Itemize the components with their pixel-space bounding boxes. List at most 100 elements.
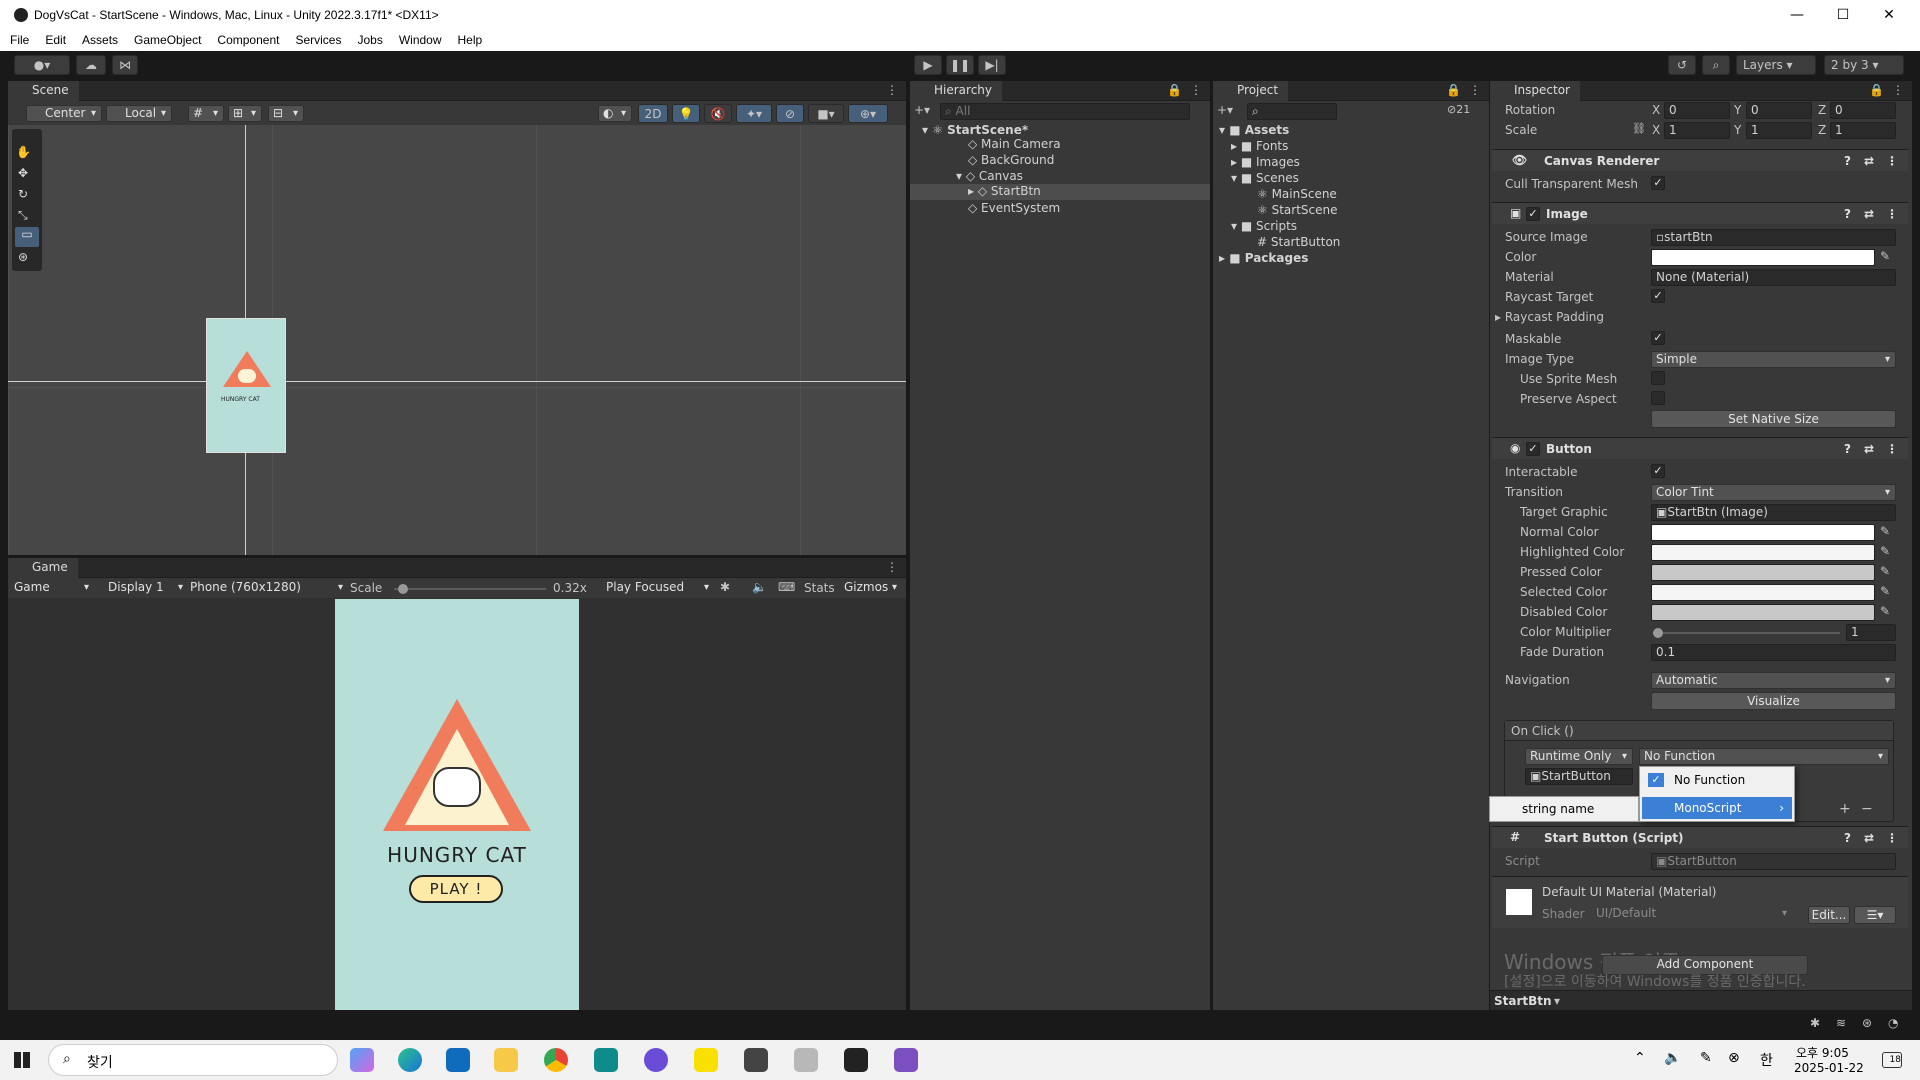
status-progress-icon[interactable]: ◔ — [1888, 1016, 1898, 1030]
status-cache-icon[interactable]: ⊛ — [1862, 1016, 1872, 1030]
hand-tool-icon[interactable]: ✋ — [16, 145, 31, 159]
scene-root[interactable]: ▾ ⚛ StartScene* — [922, 123, 1206, 137]
disabled-color-swatch[interactable] — [1651, 604, 1875, 621]
eyedropper-icon[interactable]: ✎ — [1880, 604, 1890, 618]
component-menu-icon[interactable]: ⋮ — [1886, 831, 1898, 845]
use-sprite-mesh-checkbox[interactable] — [1651, 371, 1665, 385]
maximize-button[interactable]: ☐ — [1820, 0, 1866, 31]
raycast-padding-label[interactable]: ▸ Raycast Padding — [1495, 310, 1604, 328]
menu-edit[interactable]: Edit — [35, 31, 72, 47]
menu-component[interactable]: Component — [207, 31, 285, 47]
hierarchy-item-main-camera[interactable]: ◇ Main Camera — [968, 137, 1061, 151]
snap-align-dropdown[interactable]: ⊟ — [268, 105, 304, 122]
button-header[interactable]: ◉ ✓ Button ? ⇄ ⋮ — [1492, 437, 1908, 459]
game-viewport[interactable]: HUNGRY CAT PLAY ! — [335, 599, 579, 1010]
component-menu-icon[interactable]: ⋮ — [1886, 207, 1898, 221]
windows-start-icon[interactable] — [14, 1052, 30, 1068]
preset-icon[interactable]: ⇄ — [1864, 154, 1874, 168]
color-multiplier-field[interactable]: 1 — [1846, 624, 1896, 641]
search-icon[interactable]: ⌕ — [1702, 55, 1730, 75]
audio-icon[interactable]: 🔇 — [704, 104, 732, 123]
submenu-item-string-name[interactable]: string name — [1522, 802, 1594, 816]
interactable-checkbox[interactable]: ✓ — [1651, 464, 1665, 478]
unity-hub-icon[interactable] — [744, 1048, 768, 1072]
project-item-packages[interactable]: ▸ ■ Packages — [1219, 251, 1308, 265]
hierarchy-item-background[interactable]: ◇ BackGround — [968, 153, 1054, 167]
shader-dropdown[interactable]: UI/Default — [1592, 906, 1792, 923]
rotation-x-field[interactable]: 0 — [1664, 102, 1730, 119]
close-button[interactable]: ✕ — [1866, 0, 1912, 31]
gizmos-dropdown[interactable]: ⊕▾ — [848, 104, 888, 123]
footer-dropdown-icon[interactable]: ▾ — [1554, 994, 1560, 1008]
collab-icon[interactable]: ⋈ — [112, 55, 138, 75]
rotate-tool-icon[interactable]: ↻ — [18, 187, 28, 201]
function-dropdown[interactable]: No Function — [1639, 748, 1889, 765]
rotation-y-field[interactable]: 0 — [1746, 102, 1812, 119]
image-header[interactable]: ▣ ✓ Image ? ⇄ ⋮ — [1492, 202, 1908, 224]
mute-audio-icon[interactable]: 🔈 — [752, 580, 767, 594]
target-graphic-field[interactable]: ▣StartBtn (Image) — [1651, 504, 1896, 521]
scale-z-field[interactable]: 1 — [1830, 122, 1896, 139]
footer-object-label[interactable]: StartBtn — [1494, 994, 1552, 1008]
outlook-icon[interactable] — [446, 1048, 470, 1072]
project-menu-icon[interactable]: ⋮ — [1469, 83, 1481, 97]
app-icon-teal[interactable] — [594, 1048, 618, 1072]
layers-dropdown[interactable]: Layers ▾ — [1736, 55, 1816, 75]
display-dropdown[interactable]: Display 1 — [104, 580, 188, 597]
hierarchy-item-eventsystem[interactable]: ◇ EventSystem — [968, 201, 1060, 215]
constrain-scale-icon[interactable]: ⛓ — [1632, 122, 1646, 135]
game-menu-icon[interactable]: ⋮ — [886, 560, 898, 574]
shader-options-dropdown[interactable]: ☰▾ — [1854, 906, 1896, 924]
remove-listener-button[interactable]: − — [1861, 801, 1873, 817]
canvas-renderer-header[interactable]: 👁 Canvas Renderer ? ⇄ ⋮ — [1492, 149, 1908, 171]
visualize-button[interactable]: Visualize — [1651, 692, 1896, 710]
history-icon[interactable]: ↺ — [1668, 55, 1696, 75]
pivot-dropdown[interactable]: Center — [26, 105, 102, 122]
kakaotalk-icon[interactable] — [694, 1048, 718, 1072]
stats-button[interactable]: Stats — [804, 581, 835, 599]
start-button-script-header[interactable]: # Start Button (Script) ? ⇄ ⋮ — [1492, 826, 1908, 848]
cloud-icon[interactable]: ☁ — [76, 55, 106, 75]
ime-indicator[interactable]: 한 — [1760, 1050, 1773, 1070]
material-field[interactable]: None (Material) — [1651, 269, 1896, 286]
transform-tool-icon[interactable]: ⊛ — [18, 250, 28, 264]
2d-toggle[interactable]: 2D — [638, 104, 668, 123]
menu-assets[interactable]: Assets — [72, 31, 124, 47]
tab-project[interactable]: Project — [1213, 81, 1289, 101]
maskable-checkbox[interactable]: ✓ — [1651, 331, 1665, 345]
notification-icon[interactable]: 18 — [1882, 1052, 1902, 1068]
pressed-color-swatch[interactable] — [1651, 564, 1875, 581]
hierarchy-item-startbtn[interactable]: ▸ ◇ StartBtn — [910, 184, 1210, 200]
help-icon[interactable]: ? — [1844, 442, 1851, 456]
runtime-dropdown[interactable]: Runtime Only — [1525, 748, 1633, 765]
add-listener-button[interactable]: + — [1839, 801, 1851, 817]
project-lock-icon[interactable]: 🔒 — [1446, 83, 1461, 97]
rotation-z-field[interactable]: 0 — [1830, 102, 1896, 119]
popup-item-no-function[interactable]: ✓ No Function — [1642, 769, 1792, 791]
navigation-dropdown[interactable]: Automatic — [1651, 672, 1896, 689]
effects-icon[interactable]: ✦▾ — [736, 104, 772, 123]
menu-window[interactable]: Window — [389, 31, 448, 47]
hidden-objects-icon[interactable]: ⊘ — [776, 104, 804, 123]
project-item-startscene[interactable]: ⚛ StartScene — [1257, 203, 1337, 217]
hidden-packages-icon[interactable]: ⊘21 — [1447, 103, 1470, 116]
menu-help[interactable]: Help — [448, 31, 489, 47]
edge-icon[interactable] — [398, 1048, 422, 1072]
eyedropper-icon[interactable]: ✎ — [1880, 544, 1890, 558]
project-add-button[interactable]: +▾ — [1217, 103, 1233, 117]
eyedropper-icon[interactable]: ✎ — [1880, 564, 1890, 578]
scene-menu-icon[interactable]: ⋮ — [886, 83, 898, 97]
tab-game[interactable]: Game — [8, 558, 78, 578]
preset-icon[interactable]: ⇄ — [1864, 207, 1874, 221]
play-mode-dropdown[interactable]: Play Focused — [602, 580, 714, 597]
project-item-scripts[interactable]: ▾ ■ Scripts — [1231, 219, 1297, 233]
tab-scene[interactable]: Scene — [8, 81, 79, 101]
slider-thumb[interactable] — [1653, 628, 1663, 638]
move-tool-icon[interactable]: ✥ — [18, 166, 28, 180]
app-tray-icon[interactable]: ⊗ — [1728, 1050, 1740, 1066]
raycast-target-checkbox[interactable]: ✓ — [1651, 289, 1665, 303]
image-type-dropdown[interactable]: Simple — [1651, 351, 1896, 368]
game-view-dropdown[interactable]: Game — [10, 580, 94, 597]
visual-studio-icon[interactable] — [894, 1048, 918, 1072]
app-icon-purple[interactable] — [644, 1048, 668, 1072]
